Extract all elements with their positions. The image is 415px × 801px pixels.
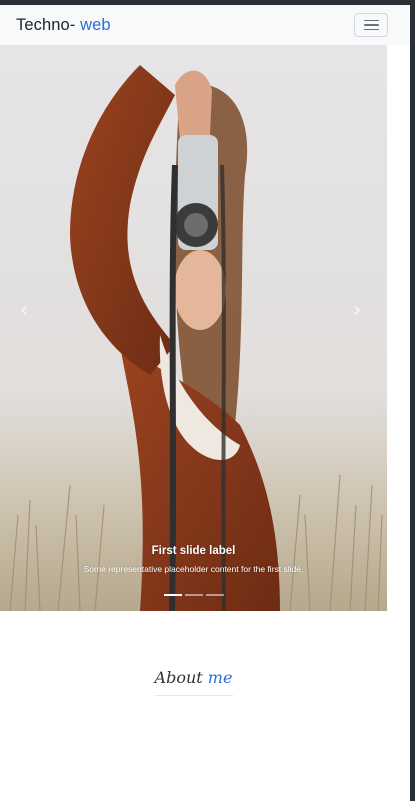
hamburger-icon-bar xyxy=(363,24,379,26)
carousel-indicator-2[interactable] xyxy=(184,594,203,596)
brand-text: Techno- xyxy=(16,15,81,34)
brand-accent-text: web xyxy=(80,15,111,34)
image-carousel: ‹ › First slide label Some representativ… xyxy=(0,45,387,611)
slide-label: First slide label xyxy=(151,545,236,557)
carousel-indicator-1[interactable] xyxy=(163,594,182,596)
slide-image xyxy=(0,45,387,611)
scrollbar-track[interactable] xyxy=(410,0,415,801)
about-heading: About me xyxy=(0,668,387,687)
about-heading-accent: me xyxy=(207,668,233,687)
about-divider xyxy=(154,695,233,696)
carousel-prev-button[interactable]: ‹ xyxy=(12,295,36,325)
hamburger-icon xyxy=(363,19,379,22)
slide-caption: First slide label Some representative pl… xyxy=(0,545,387,574)
carousel-next-button[interactable]: › xyxy=(345,295,369,325)
carousel-indicators xyxy=(0,594,387,596)
about-heading-text: About xyxy=(154,668,208,687)
hamburger-icon-bar xyxy=(363,28,379,31)
carousel-indicator-3[interactable] xyxy=(205,594,224,596)
slide-description: Some representative placeholder content … xyxy=(83,564,304,574)
navbar: Techno- web xyxy=(0,5,410,45)
about-section: About me xyxy=(0,668,387,696)
navbar-toggler-button[interactable] xyxy=(354,13,388,37)
chevron-left-icon: ‹ xyxy=(19,297,29,323)
brand-logo-link[interactable]: Techno- web xyxy=(16,16,111,35)
chevron-right-icon: › xyxy=(352,297,362,323)
